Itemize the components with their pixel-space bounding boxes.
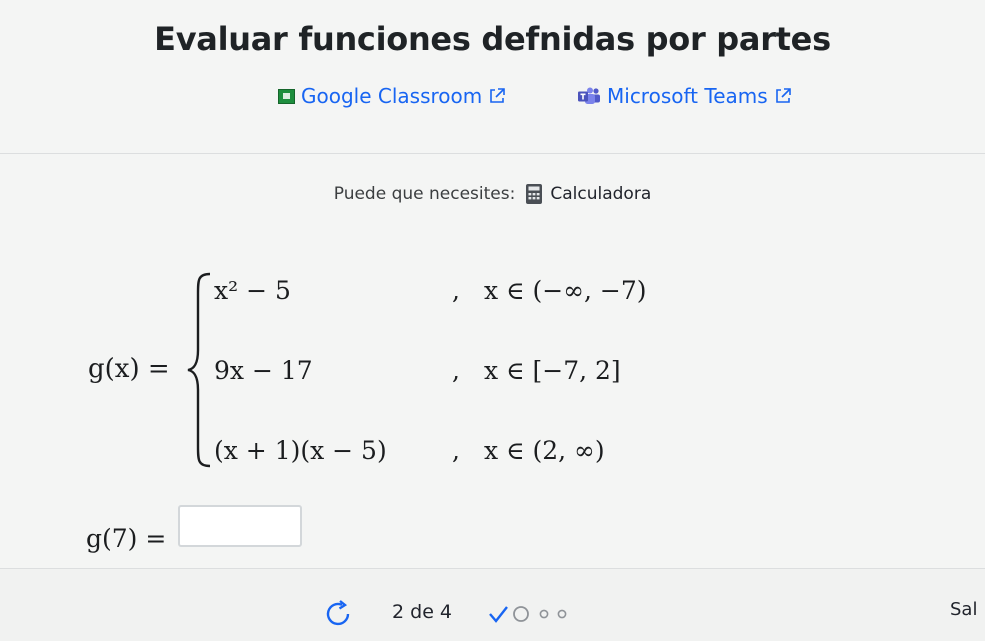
- google-classroom-icon: [278, 88, 295, 104]
- calculator-icon[interactable]: [525, 183, 543, 205]
- function-name: g(x) =: [88, 354, 170, 384]
- piece-1-comma: ,: [452, 276, 460, 305]
- step-dot: [539, 609, 549, 619]
- piece-3-comma: ,: [452, 436, 460, 465]
- tools-prompt: Puede que necesites:: [333, 184, 516, 204]
- curly-brace-icon: [187, 272, 211, 468]
- microsoft-teams-icon: [578, 87, 600, 104]
- question-label: g(7) =: [86, 524, 167, 553]
- answer-input[interactable]: [178, 505, 302, 547]
- progress-text: 2 de 4: [392, 601, 453, 623]
- bottom-bar: 2 de 4 Sal: [0, 568, 985, 641]
- refresh-icon[interactable]: [323, 599, 353, 629]
- external-link-icon: [490, 88, 506, 103]
- microsoft-teams-label: Microsoft Teams: [607, 84, 768, 108]
- tools-line: Puede que necesites: Calculadora: [0, 183, 985, 205]
- current-step-dot: [513, 606, 529, 622]
- piece-2-expression: 9x − 17: [214, 356, 313, 385]
- share-bar: Google Classroom Microsoft Teams: [0, 84, 985, 114]
- calculator-link[interactable]: Calculadora: [550, 184, 651, 204]
- page-title: Evaluar funciones defnidas por partes: [154, 20, 831, 58]
- piece-2-comma: ,: [452, 356, 460, 385]
- piece-1-domain: x ∈ (−∞, −7): [484, 276, 647, 305]
- step-dot: [557, 609, 567, 619]
- completed-check-icon: [489, 606, 508, 623]
- microsoft-teams-link[interactable]: Microsoft Teams: [577, 84, 792, 108]
- google-classroom-link[interactable]: Google Classroom: [278, 84, 506, 108]
- piece-2-domain: x ∈ [−7, 2]: [484, 356, 621, 385]
- piece-3-domain: x ∈ (2, ∞): [484, 436, 605, 465]
- google-classroom-label: Google Classroom: [301, 84, 483, 108]
- header-divider: [0, 153, 985, 154]
- piece-1-expression: x² − 5: [214, 276, 291, 305]
- skip-button[interactable]: Sal: [950, 599, 977, 620]
- external-link-icon: [775, 88, 791, 103]
- piece-3-expression: (x + 1)(x − 5): [214, 436, 387, 465]
- progress-dots: [489, 606, 567, 623]
